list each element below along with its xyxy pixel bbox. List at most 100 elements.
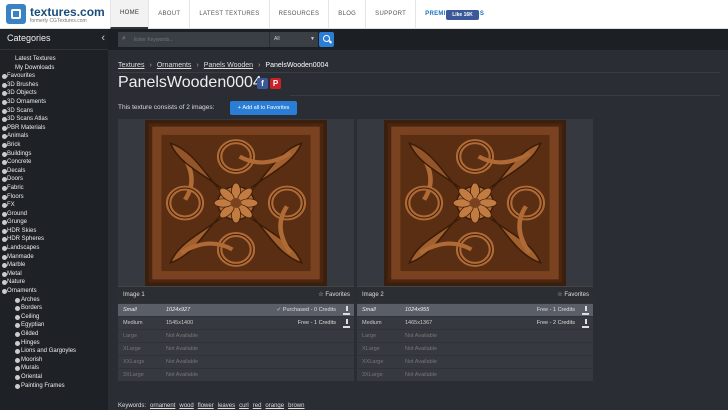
sidebar-subitem-hinges[interactable]: Hinges	[0, 339, 108, 348]
sidebar-subitem-moorish[interactable]: Moorish	[0, 356, 108, 365]
sidebar-item-3d-brushes[interactable]: 3D Brushes	[0, 81, 108, 90]
size-row: 3XLarge Not Available	[357, 368, 593, 381]
search-button[interactable]	[319, 32, 334, 47]
add-all-to-favorites-button[interactable]: + Add all to Favorites	[230, 101, 297, 115]
sidebar-subitem-label: Arches	[21, 296, 40, 303]
sidebar-item-ground[interactable]: Ground	[0, 210, 108, 219]
sidebar-link-latest-textures[interactable]: Latest Textures	[0, 55, 108, 64]
image-label: Image 2	[362, 292, 384, 298]
sidebar-subitem-ceiling[interactable]: Ceiling	[0, 313, 108, 322]
sidebar-item-grunge[interactable]: Grunge	[0, 218, 108, 227]
nav-support[interactable]: SUPPORT	[365, 0, 415, 29]
plus-circle-icon	[15, 349, 20, 355]
breadcrumb-panels-wooden[interactable]: Panels Wooden	[204, 62, 253, 69]
keywords-label: Keywords:	[118, 403, 147, 409]
sidebar-item-floors[interactable]: Floors	[0, 193, 108, 202]
sidebar-item-animals[interactable]: Animals	[0, 132, 108, 141]
sidebar-title: Categories	[7, 33, 51, 43]
sidebar-item-marble[interactable]: Marble	[0, 261, 108, 270]
texture-preview-image[interactable]	[384, 120, 566, 286]
sidebar-item-3d-objects[interactable]: 3D Objects	[0, 89, 108, 98]
sidebar-item-fabric[interactable]: Fabric	[0, 184, 108, 193]
breadcrumb-textures[interactable]: Textures	[118, 62, 144, 69]
nav-resources[interactable]: RESOURCES	[268, 0, 329, 29]
sidebar-subitem-gilded[interactable]: Gilded	[0, 330, 108, 339]
sidebar-item-concrete[interactable]: Concrete	[0, 158, 108, 167]
keyword-link[interactable]: red	[253, 403, 262, 409]
plus-circle-icon	[15, 332, 20, 337]
sidebar-item-landscapes[interactable]: Landscapes	[0, 244, 108, 253]
download-icon[interactable]	[582, 319, 589, 328]
sidebar-subitem-oriental[interactable]: Oriental	[0, 373, 108, 382]
sidebar-item-favourites[interactable]: Favourites	[0, 72, 108, 81]
sidebar-item-buildings[interactable]: Buildings	[0, 150, 108, 159]
search-bar: ⌕ All ▼	[108, 29, 728, 50]
sidebar-item-hdr-skies[interactable]: HDR Skies	[0, 227, 108, 236]
sidebar-item-label: Fabric	[7, 184, 24, 191]
sidebar-item-brick[interactable]: Brick	[0, 141, 108, 150]
keyword-link[interactable]: wood	[179, 403, 193, 409]
download-icon[interactable]	[343, 319, 350, 328]
nav-latest-textures[interactable]: LATEST TEXTURES	[189, 0, 268, 29]
search-input[interactable]	[118, 32, 270, 47]
logo-tagline: formerly CGTextures.com	[30, 18, 87, 24]
favorites-button[interactable]: ☆ Favorites	[318, 291, 350, 298]
plus-circle-icon	[2, 142, 7, 148]
sidebar-item-ornaments[interactable]: Ornaments	[0, 287, 108, 296]
keyword-link[interactable]: curl	[239, 403, 249, 409]
sidebar-item-3d-scans-atlas[interactable]: 3D Scans Atlas	[0, 115, 108, 124]
sidebar-item-doors[interactable]: Doors	[0, 175, 108, 184]
plus-circle-icon	[15, 366, 20, 372]
image-caption: Image 1 ☆ Favorites	[118, 286, 354, 303]
sidebar-item-decals[interactable]: Decals	[0, 167, 108, 176]
size-row[interactable]: Small 1024x927 ✓ Purchased - 0 Credits	[118, 303, 354, 316]
sidebar-subitem-egyptian[interactable]: Egyptian	[0, 321, 108, 330]
sidebar-item-3d-ornaments[interactable]: 3D Ornaments	[0, 98, 108, 107]
top-bar: textures.com formerly CGTextures.com HOM…	[0, 0, 728, 29]
breadcrumb: Textures › Ornaments › Panels Wooden › PanelsW…	[118, 62, 329, 69]
sidebar-item-metal[interactable]: Metal	[0, 270, 108, 279]
keyword-link[interactable]: ornament	[150, 403, 175, 409]
chevron-left-icon[interactable]: ‹	[101, 32, 105, 44]
nav-about[interactable]: ABOUT	[148, 0, 189, 29]
main-nav: HOME ABOUT LATEST TEXTURES RESOURCES BLO…	[110, 0, 493, 29]
sidebar-link-my-downloads[interactable]: My Downloads	[0, 64, 108, 73]
sidebar-subitem-lions-and-gargoyles[interactable]: Lions and Gargoyles	[0, 347, 108, 356]
favorites-button[interactable]: ☆ Favorites	[557, 291, 589, 298]
sidebar-item-fx[interactable]: FX	[0, 201, 108, 210]
sidebar-item-label: 3D Objects	[7, 90, 37, 97]
texture-preview-image[interactable]	[145, 120, 327, 286]
sidebar-item-label: Grunge	[7, 219, 28, 226]
sidebar-item-hdr-spheres[interactable]: HDR Spheres	[0, 235, 108, 244]
size-row[interactable]: Medium 1545x1400 Free - 1 Credits	[118, 316, 354, 329]
sidebar-subitem-murals[interactable]: Murals	[0, 364, 108, 373]
sidebar: Categories ‹ Latest Textures My Downloads…	[0, 29, 108, 410]
download-icon[interactable]	[343, 306, 350, 315]
facebook-share-icon[interactable]: f	[257, 78, 268, 89]
sidebar-item-pbr-materials[interactable]: PBR Materials	[0, 124, 108, 133]
download-icon[interactable]	[582, 306, 589, 315]
breadcrumb-ornaments[interactable]: Ornaments	[157, 62, 192, 69]
sidebar-subitem-label: Gilded	[21, 331, 39, 337]
sidebar-subitem-borders[interactable]: Borders	[0, 304, 108, 313]
sidebar-subitem-painting-frames[interactable]: Painting Frames	[0, 382, 108, 391]
pinterest-share-icon[interactable]: P	[270, 78, 281, 89]
sidebar-subitem-arches[interactable]: Arches	[0, 296, 108, 305]
size-row[interactable]: Small 1024x955 Free - 1 Credits	[357, 303, 593, 316]
keyword-link[interactable]: flower	[198, 403, 214, 409]
search-filter-select[interactable]: All ▼	[269, 32, 318, 47]
size-row[interactable]: Medium 1465x1367 Free - 2 Credits	[357, 316, 593, 329]
site-logo[interactable]: textures.com formerly CGTextures.com	[6, 3, 105, 26]
nav-home[interactable]: HOME	[110, 0, 149, 29]
keyword-link[interactable]: leaves	[218, 403, 235, 409]
sidebar-item-3d-scans[interactable]: 3D Scans	[0, 107, 108, 116]
sidebar-item-manmade[interactable]: Manmade	[0, 253, 108, 262]
keyword-link[interactable]: orange	[265, 403, 284, 409]
sidebar-item-label: 3D Scans Atlas	[7, 116, 48, 123]
sidebar-item-label: Buildings	[7, 150, 32, 157]
plus-circle-icon	[2, 151, 7, 157]
sidebar-item-nature[interactable]: Nature	[0, 278, 108, 287]
keyword-link[interactable]: brown	[288, 403, 304, 409]
facebook-like-button[interactable]: Like 16K	[446, 10, 479, 20]
nav-blog[interactable]: BLOG	[328, 0, 365, 29]
